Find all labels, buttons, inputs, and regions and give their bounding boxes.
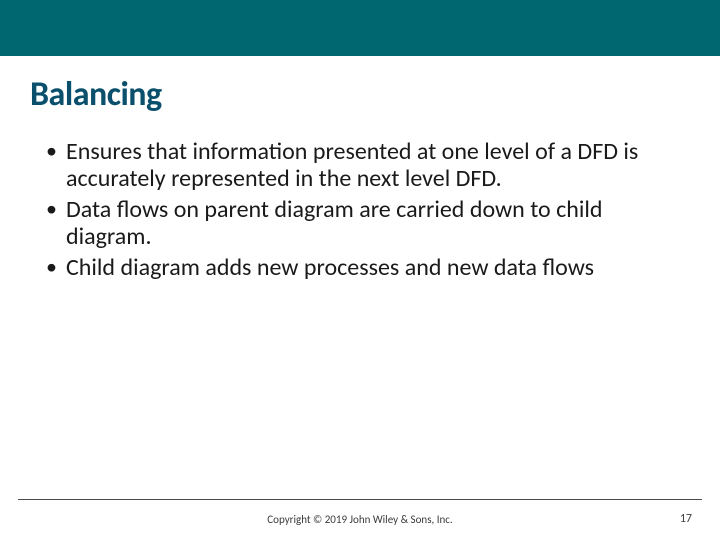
slide-title: Balancing	[30, 74, 720, 115]
list-item: Ensures that information presented at on…	[46, 139, 692, 193]
page-number: 17	[680, 512, 692, 526]
copyright-text: Copyright © 2019 John Wiley & Sons, Inc.	[0, 513, 720, 526]
top-accent-bar	[0, 0, 720, 56]
footer-divider	[18, 499, 702, 500]
slide-body: Ensures that information presented at on…	[46, 139, 692, 281]
list-item: Data flows on parent diagram are carried…	[46, 197, 692, 251]
bullet-list: Ensures that information presented at on…	[46, 139, 692, 281]
slide: Balancing Ensures that information prese…	[0, 0, 720, 540]
list-item: Child diagram adds new processes and new…	[46, 255, 692, 282]
